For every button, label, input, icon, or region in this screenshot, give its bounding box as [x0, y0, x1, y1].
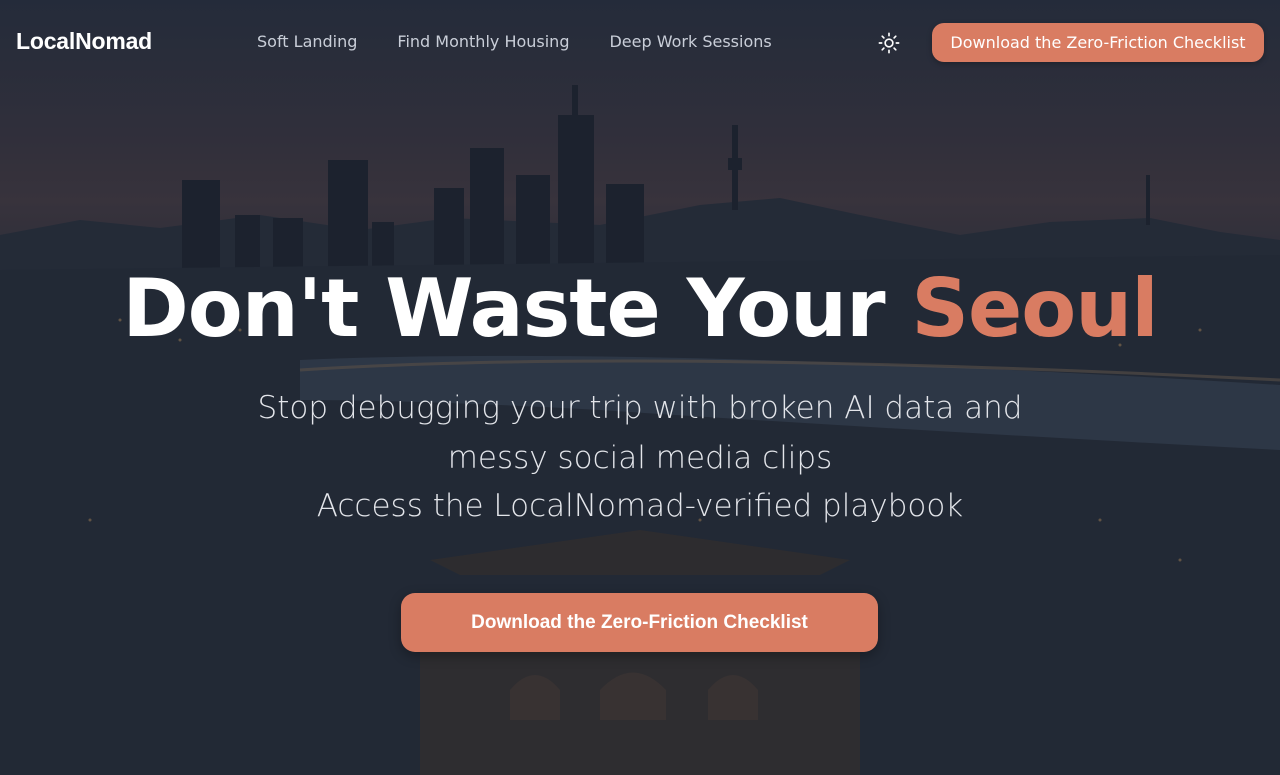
dark-overlay — [0, 0, 1280, 775]
hero-background — [0, 0, 1280, 775]
headline-accent-text: Seoul — [911, 262, 1158, 355]
hero-headline: Don't Waste Your Seoul — [0, 262, 1280, 355]
hero-subline-2: messy social media clips — [447, 440, 833, 476]
hero-download-checklist-button[interactable]: Download the Zero-Friction Checklist — [401, 593, 878, 652]
top-navbar: LocalNomad Soft Landing Find Monthly Hou… — [0, 0, 1280, 84]
theme-toggle-button[interactable] — [872, 26, 906, 60]
nav-links: Soft Landing Find Monthly Housing Deep W… — [257, 32, 772, 51]
hero-subline-3: Access the LocalNomad-verified playbook — [316, 488, 964, 524]
nav-link-deep-work-sessions[interactable]: Deep Work Sessions — [609, 32, 771, 51]
nav-link-soft-landing[interactable]: Soft Landing — [257, 32, 357, 51]
nav-link-find-monthly-housing[interactable]: Find Monthly Housing — [397, 32, 569, 51]
headline-main-text: Don't Waste Your — [122, 262, 912, 355]
hero-subline-1: Stop debugging your trip with broken AI … — [257, 390, 1023, 426]
sun-icon — [878, 32, 900, 54]
brand-logo[interactable]: LocalNomad — [16, 28, 152, 55]
nav-download-checklist-button[interactable]: Download the Zero-Friction Checklist — [932, 23, 1264, 62]
